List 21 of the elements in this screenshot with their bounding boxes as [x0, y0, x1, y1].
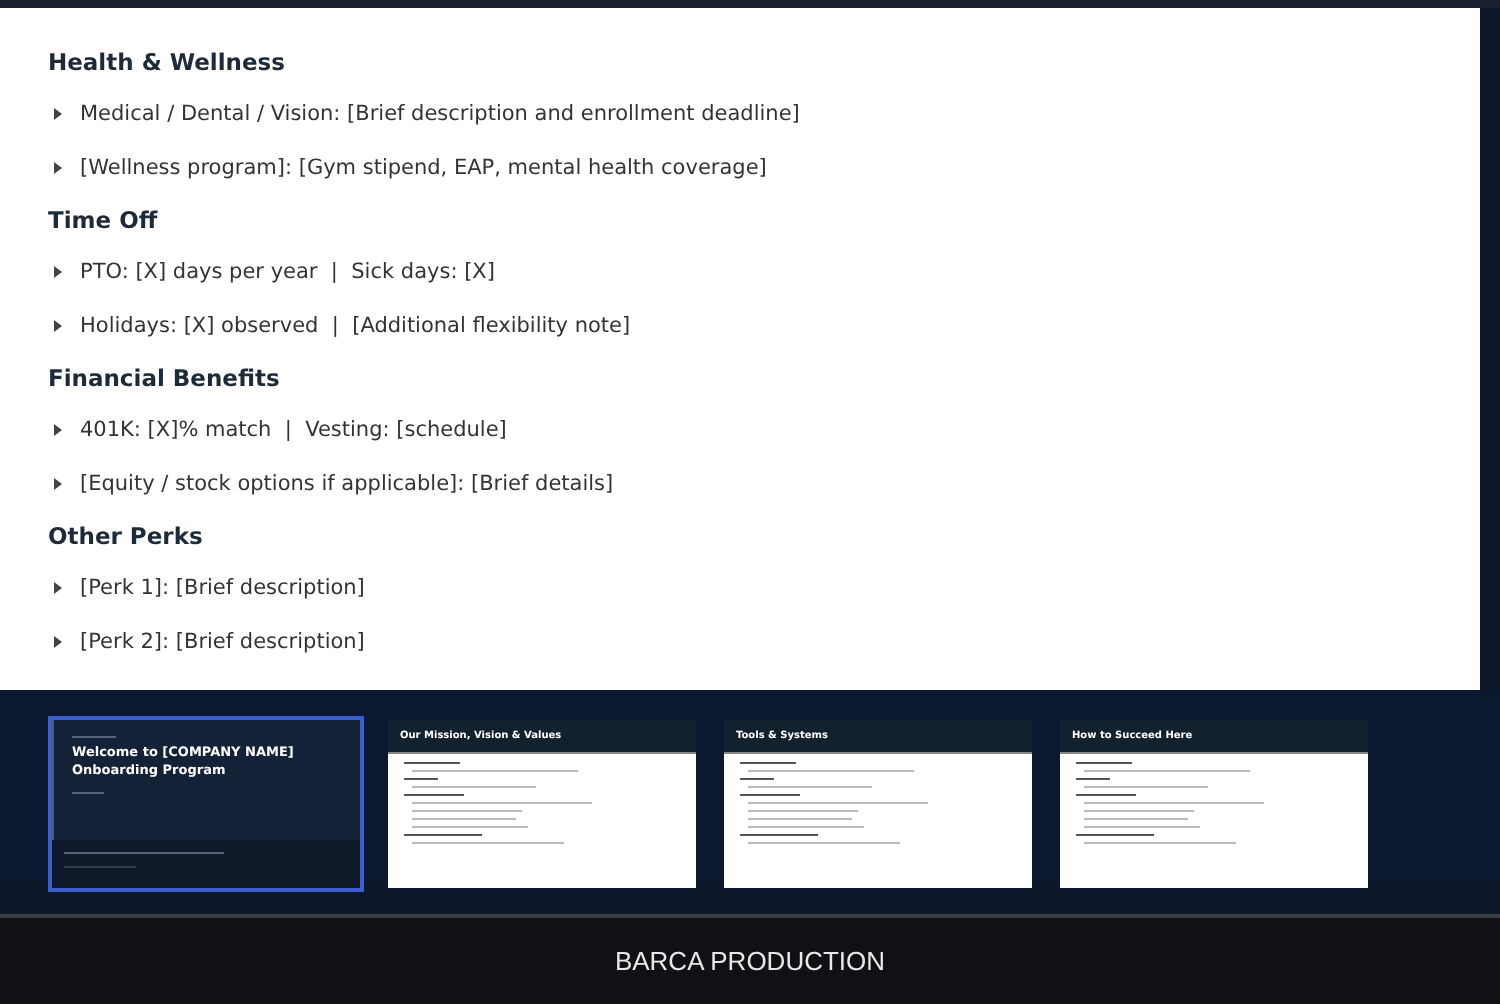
- section-heading: Financial Benefits: [48, 362, 282, 396]
- bullet-icon: [54, 477, 62, 490]
- bullet-text: Medical / Dental / Vision: [Brief description and enrollment deadline]: [80, 102, 800, 127]
- footer-label: BARCA PRODUCTION: [614, 946, 886, 976]
- bullet-icon: [54, 582, 62, 595]
- bullet-icon: [54, 319, 62, 332]
- bullet-text: Holidays: [X] observed | [Additional flexibility note]: [80, 313, 631, 338]
- bullet-icon: [54, 161, 62, 174]
- bullet-text: [Wellness program]: [Gym stipend, EAP, mental health coverage]: [80, 155, 767, 180]
- bullet-text: [Equity / stock options if applicable]: [Brief details]: [80, 471, 614, 496]
- bullet-icon: [54, 108, 62, 121]
- bullet-text: PTO: [X] days per year | Sick days: [X]: [80, 260, 495, 285]
- bullet-text: 401K: [X]% match | Vesting: [schedule]: [80, 418, 507, 443]
- bullet-icon: [54, 266, 62, 279]
- bullet-icon: [54, 635, 62, 648]
- bullet-icon: [54, 424, 62, 437]
- section-heading: Health & Wellness: [48, 46, 287, 80]
- section-heading: Other Perks: [48, 520, 205, 554]
- bullet-text: [Perk 2]: [Brief description]: [80, 629, 365, 654]
- bullet-text: [Perk 1]: [Brief description]: [80, 576, 365, 601]
- section-heading: Time Off: [48, 204, 160, 238]
